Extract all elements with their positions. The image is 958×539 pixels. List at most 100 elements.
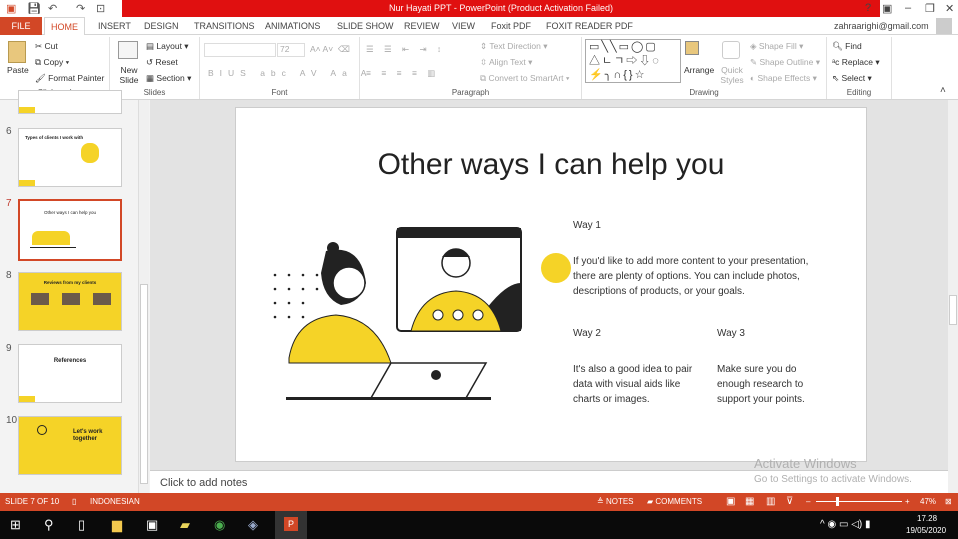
- start-slideshow-icon[interactable]: ⊡: [96, 2, 105, 15]
- slide-canvas[interactable]: Other ways I can help you Way 1 If you'd…: [235, 107, 867, 462]
- slide-counter: SLIDE 7 OF 10: [5, 497, 60, 506]
- tab-insert[interactable]: INSERT: [92, 17, 137, 35]
- tab-animations[interactable]: ANIMATIONS: [259, 17, 326, 35]
- font-size-buttons[interactable]: A˄ A˅ ⌫: [310, 44, 350, 55]
- chrome-icon[interactable]: ◉: [214, 517, 225, 533]
- way1-text[interactable]: If you'd like to add more content to you…: [573, 254, 828, 299]
- alignment-buttons[interactable]: ≡ ≡ ≡ ≡ ▥: [366, 68, 439, 79]
- task-view-icon[interactable]: ▯: [78, 517, 85, 533]
- slide-scrollbar[interactable]: [948, 100, 958, 493]
- slide-thumbnail-5[interactable]: [18, 90, 122, 114]
- copy-button[interactable]: ⧉ Copy ▾: [35, 57, 69, 68]
- redo-icon[interactable]: ↷: [76, 2, 85, 15]
- shapes-gallery[interactable]: ▭╲╲▭◯▢ △ㄴㄱ⇨⇩◌ ⚡╮∩{}☆: [585, 39, 681, 83]
- tab-view[interactable]: VIEW: [446, 17, 481, 35]
- powerpoint-taskbar-button[interactable]: P: [275, 511, 307, 539]
- tab-transitions[interactable]: TRANSITIONS: [188, 17, 261, 35]
- shape-effects-button[interactable]: ◐ Shape Effects ▾: [750, 73, 817, 84]
- collapse-ribbon-icon[interactable]: ˄: [940, 85, 946, 96]
- tab-design[interactable]: DESIGN: [138, 17, 185, 35]
- paste-button[interactable]: Paste: [7, 65, 29, 75]
- font-name-select[interactable]: [204, 43, 276, 57]
- slide-thumbnail-9[interactable]: References: [18, 344, 122, 403]
- undo-icon[interactable]: ↶: [48, 2, 57, 15]
- format-painter-button[interactable]: 🖌︎ Format Painter: [35, 73, 104, 84]
- convert-smartart-button[interactable]: ⧉ Convert to SmartArt ▾: [480, 73, 569, 84]
- app-icon[interactable]: ◈: [248, 517, 258, 533]
- avatar[interactable]: [936, 18, 952, 34]
- zoom-level[interactable]: 47%: [920, 493, 936, 511]
- fit-slide-icon[interactable]: ⊠: [945, 493, 952, 511]
- way2-title[interactable]: Way 2: [573, 326, 601, 341]
- font-size-select[interactable]: 72: [277, 43, 305, 57]
- restore-icon[interactable]: ❐: [925, 2, 935, 15]
- zoom-out-button[interactable]: –: [806, 493, 810, 511]
- store-icon[interactable]: ▣: [146, 517, 158, 533]
- select-label: Select: [841, 73, 866, 83]
- search-icon[interactable]: ⚲: [44, 517, 54, 533]
- scrollbar-thumb[interactable]: [949, 295, 957, 325]
- layout-button[interactable]: ▤ Layout ▾: [146, 41, 189, 52]
- tab-home[interactable]: HOME: [44, 17, 85, 36]
- notes-button[interactable]: ≜ NOTES: [597, 493, 634, 511]
- tab-foxit-pdf[interactable]: Foxit PDF: [485, 17, 537, 35]
- slide-thumbnail-6[interactable]: Types of clients I work with: [18, 128, 122, 187]
- windows-start-icon[interactable]: ⊞: [10, 517, 21, 533]
- way2-text[interactable]: It's also a good idea to pair data with …: [573, 362, 698, 407]
- spellcheck-icon[interactable]: ▯: [72, 493, 76, 511]
- shape-outline-button[interactable]: ✎ Shape Outline ▾: [750, 57, 820, 68]
- minimize-icon[interactable]: –: [905, 2, 911, 14]
- section-button[interactable]: ▦ Section ▾: [146, 73, 191, 84]
- list-buttons[interactable]: ☰ ☰ ⇤ ⇥ ↕: [366, 44, 445, 55]
- reset-button[interactable]: ↺ Reset: [146, 57, 178, 68]
- close-icon[interactable]: ✕: [945, 2, 954, 15]
- ribbon-display-icon[interactable]: ▣: [882, 2, 892, 15]
- notes-placeholder[interactable]: Click to add notes: [160, 477, 247, 489]
- new-slide-button[interactable]: New Slide: [117, 65, 141, 85]
- select-button[interactable]: ⇖ Select ▾: [832, 73, 872, 84]
- paragraph-label: Paragraph: [451, 88, 490, 97]
- scrollbar-thumb[interactable]: [140, 284, 148, 484]
- replace-button[interactable]: ᵃc Replace ▾: [832, 57, 880, 68]
- slide-title[interactable]: Other ways I can help you: [236, 148, 866, 182]
- reading-view-icon[interactable]: ▥: [766, 493, 775, 511]
- zoom-slider[interactable]: [816, 501, 902, 502]
- shape-fill-button[interactable]: ◈ Shape Fill ▾: [750, 41, 803, 52]
- way1-title[interactable]: Way 1: [573, 218, 601, 233]
- quick-styles-button[interactable]: Quick Styles: [718, 65, 746, 85]
- file-explorer-icon[interactable]: ▆: [112, 517, 122, 533]
- slide-thumbnail-7-selected[interactable]: Other ways I can help you: [18, 199, 122, 261]
- font-format-buttons[interactable]: BIUS abc AV Aa A: [208, 68, 372, 78]
- user-account[interactable]: zahraarighi@gmail.com: [828, 17, 935, 35]
- slide-thumbnail-8[interactable]: Reviews from my clients: [18, 272, 122, 331]
- tab-slide-show[interactable]: SLIDE SHOW: [331, 17, 400, 35]
- slide-sorter-icon[interactable]: ▦: [745, 493, 754, 511]
- align-text-button[interactable]: ⇳ Align Text ▾: [480, 57, 532, 68]
- tab-file[interactable]: FILE: [0, 17, 42, 35]
- cut-button[interactable]: ✂ Cut: [35, 41, 58, 52]
- tab-foxit-reader-pdf[interactable]: FOXIT READER PDF: [540, 17, 639, 35]
- find-button[interactable]: 🔍︎ Find: [832, 41, 862, 52]
- sticky-notes-icon[interactable]: ▰: [180, 517, 190, 533]
- save-icon[interactable]: 💾︎: [27, 2, 41, 15]
- shape-effects-label: Shape Effects: [757, 73, 811, 83]
- slide-number: 9: [6, 343, 12, 354]
- thumbnail-scrollbar[interactable]: [138, 100, 149, 493]
- help-button[interactable]: ?: [865, 2, 871, 14]
- zoom-slider-thumb[interactable]: [836, 497, 840, 506]
- clock-date[interactable]: 19/05/2020: [906, 526, 946, 535]
- ribbon-tabs: FILE HOME INSERT DESIGN TRANSITIONS ANIM…: [0, 17, 958, 36]
- language[interactable]: INDONESIAN: [90, 493, 140, 511]
- normal-view-icon[interactable]: ▣: [726, 493, 735, 511]
- comments-button[interactable]: ▰ COMMENTS: [647, 493, 702, 511]
- clock-time[interactable]: 17.28: [917, 514, 937, 523]
- slideshow-icon[interactable]: ⊽: [786, 493, 793, 511]
- way3-title[interactable]: Way 3: [717, 326, 745, 341]
- slide-thumbnail-10[interactable]: Let's work together: [18, 416, 122, 475]
- zoom-in-button[interactable]: +: [905, 493, 910, 511]
- tab-review[interactable]: REVIEW: [398, 17, 446, 35]
- text-direction-button[interactable]: ⇕ Text Direction ▾: [480, 41, 547, 52]
- system-tray-icons[interactable]: ^ ◉ ▭ ◁) ▮: [820, 519, 871, 530]
- arrange-button[interactable]: Arrange: [684, 65, 714, 75]
- way3-text[interactable]: Make sure you do enough research to supp…: [717, 362, 817, 407]
